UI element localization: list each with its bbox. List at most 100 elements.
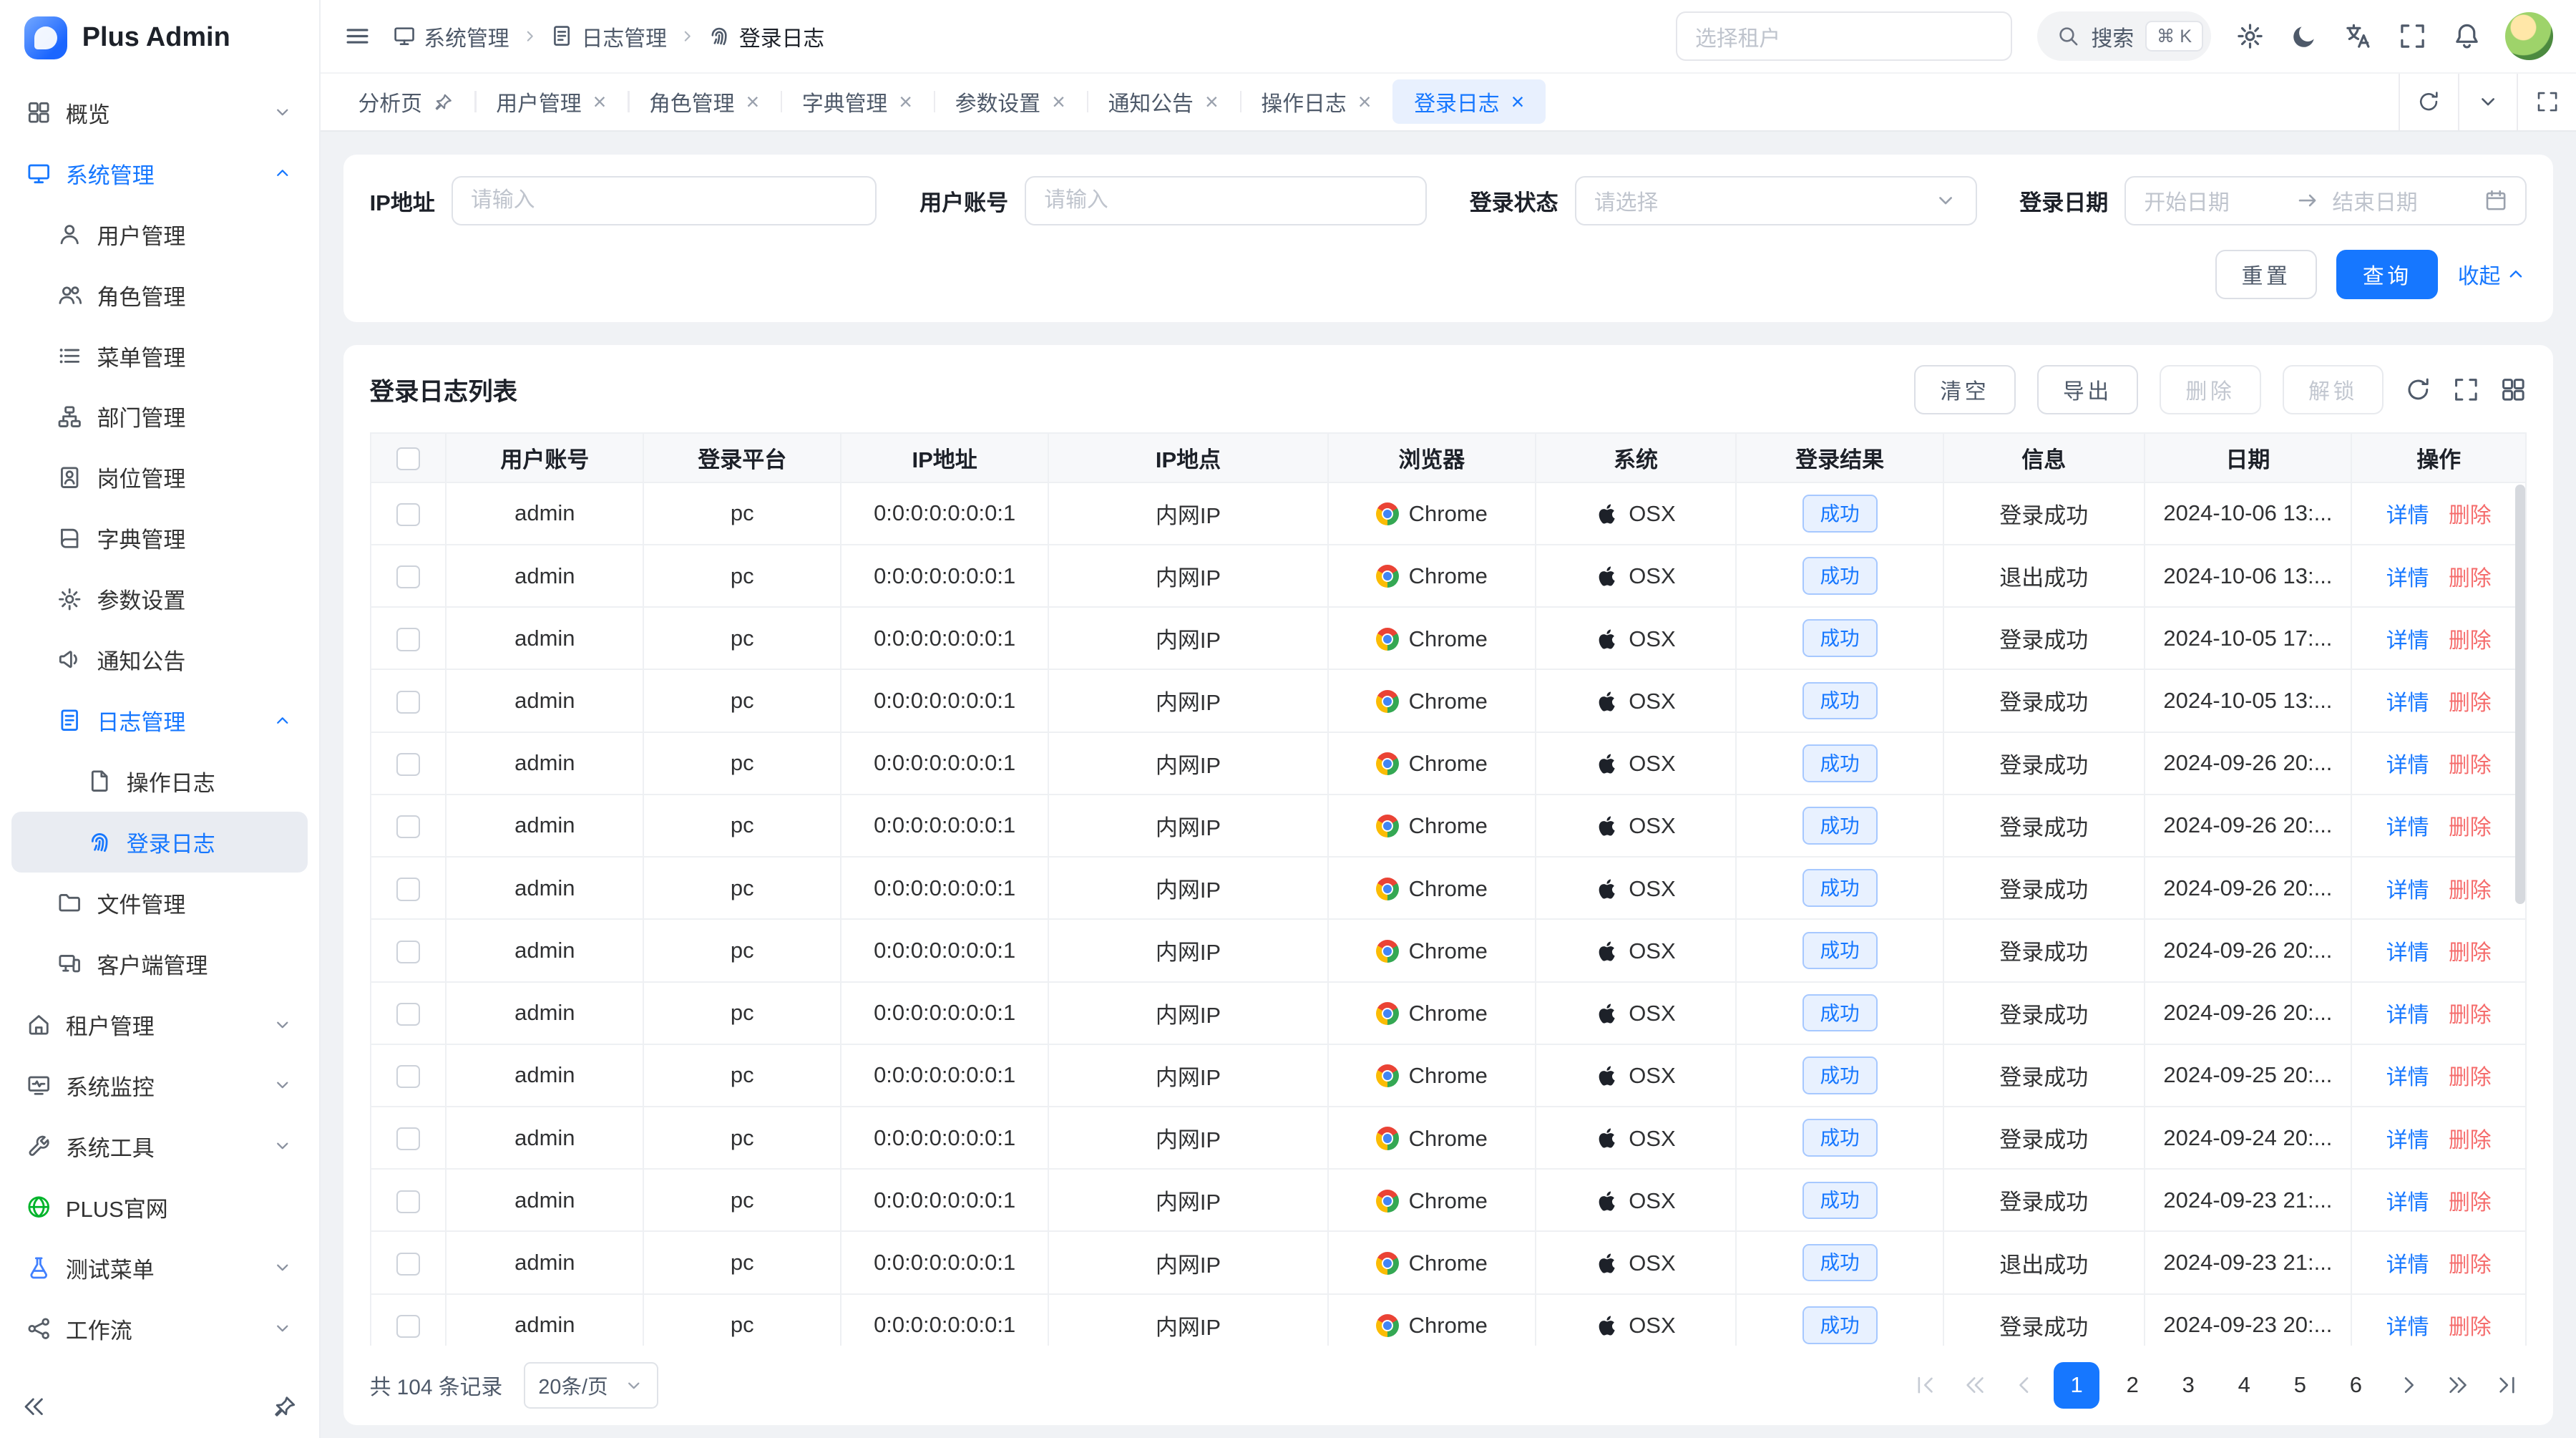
global-search[interactable]: 搜索 ⌘ K (2037, 11, 2212, 61)
delete-link[interactable]: 删除 (2449, 873, 2492, 904)
select-all-checkbox[interactable] (396, 447, 419, 470)
page-button-3[interactable]: 3 (2165, 1362, 2211, 1408)
tenant-select[interactable]: 选择租户 (1676, 11, 2013, 61)
tab-operation-log[interactable]: 操作日志× (1240, 79, 1393, 124)
last-page-button[interactable] (2487, 1366, 2527, 1405)
detail-link[interactable]: 详情 (2386, 1309, 2429, 1341)
detail-link[interactable]: 详情 (2386, 623, 2429, 654)
login-status-select[interactable]: 请选择 (1575, 176, 1977, 225)
row-checkbox[interactable] (396, 565, 419, 588)
sidebar-item-operation-log[interactable]: 操作日志 (11, 751, 308, 812)
tab-options-button[interactable] (2458, 74, 2517, 130)
tab-parameters[interactable]: 参数设置× (934, 79, 1087, 124)
page-size-select[interactable]: 20条/页 (524, 1362, 658, 1408)
sidebar-item-parameters[interactable]: 参数设置 (11, 568, 308, 629)
sidebar-item-clients[interactable]: 客户端管理 (11, 933, 308, 994)
sidebar-item-workflow[interactable]: 工作流 (11, 1298, 308, 1359)
previous-page-button[interactable] (2004, 1366, 2044, 1405)
sidebar-item-tenants[interactable]: 租户管理 (11, 994, 308, 1055)
row-checkbox[interactable] (396, 815, 419, 838)
sidebar-item-dictionary[interactable]: 字典管理 (11, 507, 308, 568)
reset-button[interactable]: 重置 (2215, 250, 2317, 299)
close-tab-icon[interactable]: × (746, 90, 759, 113)
sidebar-item-menus[interactable]: 菜单管理 (11, 326, 308, 387)
delete-button[interactable]: 删除 (2160, 365, 2261, 414)
clear-button[interactable]: 清空 (1914, 365, 2016, 414)
export-button[interactable]: 导出 (2037, 365, 2139, 414)
close-tab-icon[interactable]: × (1052, 90, 1065, 113)
column-settings-icon[interactable] (2500, 376, 2527, 403)
delete-link[interactable]: 删除 (2449, 997, 2492, 1029)
row-checkbox[interactable] (396, 1065, 419, 1088)
row-checkbox[interactable] (396, 753, 419, 776)
sidebar-item-monitoring[interactable]: 系统监控 (11, 1055, 308, 1116)
detail-link[interactable]: 详情 (2386, 747, 2429, 779)
close-tab-icon[interactable]: × (593, 90, 607, 113)
row-checkbox[interactable] (396, 1190, 419, 1213)
language-icon[interactable] (2344, 22, 2372, 50)
sidebar-item-notices[interactable]: 通知公告 (11, 629, 308, 690)
jump-back-button[interactable] (1955, 1366, 1994, 1405)
row-checkbox[interactable] (396, 941, 419, 963)
sidebar-item-departments[interactable]: 部门管理 (11, 386, 308, 447)
detail-link[interactable]: 详情 (2386, 1247, 2429, 1278)
detail-link[interactable]: 详情 (2386, 1185, 2429, 1216)
row-checkbox[interactable] (396, 503, 419, 526)
dark-mode-icon[interactable] (2290, 22, 2318, 50)
detail-link[interactable]: 详情 (2386, 1059, 2429, 1091)
close-tab-icon[interactable]: × (1205, 90, 1219, 113)
collapse-sidebar-icon[interactable] (21, 1394, 46, 1419)
close-tab-icon[interactable]: × (899, 90, 912, 113)
sidebar-item-logs[interactable]: 日志管理 (11, 690, 308, 751)
delete-link[interactable]: 删除 (2449, 623, 2492, 654)
detail-link[interactable]: 详情 (2386, 873, 2429, 904)
login-date-range[interactable]: 开始日期 结束日期 (2124, 176, 2527, 225)
detail-link[interactable]: 详情 (2386, 935, 2429, 966)
unlock-button[interactable]: 解锁 (2283, 365, 2384, 414)
breadcrumb-item[interactable]: 日志管理 (550, 21, 667, 52)
sidebar-item-login-log[interactable]: 登录日志 (11, 812, 308, 873)
fullscreen-table-icon[interactable] (2453, 376, 2479, 403)
page-button-2[interactable]: 2 (2109, 1362, 2155, 1408)
collapse-filters-link[interactable]: 收起 (2458, 258, 2527, 290)
row-checkbox[interactable] (396, 878, 419, 900)
table-scrollbar[interactable] (2515, 485, 2525, 903)
delete-link[interactable]: 删除 (2449, 1059, 2492, 1091)
sidebar-item-overview[interactable]: 概览 (11, 82, 308, 143)
breadcrumb-item[interactable]: 登录日志 (708, 21, 824, 52)
row-checkbox[interactable] (396, 1253, 419, 1276)
first-page-button[interactable] (1906, 1366, 1945, 1405)
sidebar-item-posts[interactable]: 岗位管理 (11, 447, 308, 507)
detail-link[interactable]: 详情 (2386, 560, 2429, 592)
sidebar-item-test-menu[interactable]: 测试菜单 (11, 1238, 308, 1298)
delete-link[interactable]: 删除 (2449, 685, 2492, 716)
row-checkbox[interactable] (396, 628, 419, 651)
settings-icon[interactable] (2236, 22, 2264, 50)
page-button-1[interactable]: 1 (2054, 1362, 2099, 1408)
notifications-icon[interactable] (2453, 22, 2481, 50)
page-button-6[interactable]: 6 (2333, 1362, 2379, 1408)
row-checkbox[interactable] (396, 1003, 419, 1026)
breadcrumb-item[interactable]: 系统管理 (393, 21, 509, 52)
sidebar-item-tools[interactable]: 系统工具 (11, 1116, 308, 1177)
delete-link[interactable]: 删除 (2449, 747, 2492, 779)
tab-analysis[interactable]: 分析页 (337, 79, 475, 124)
page-button-5[interactable]: 5 (2277, 1362, 2323, 1408)
app-logo[interactable]: Plus Admin (0, 0, 319, 76)
delete-link[interactable]: 删除 (2449, 935, 2492, 966)
hamburger-icon[interactable] (343, 22, 371, 50)
refresh-table-icon[interactable] (2405, 376, 2431, 403)
sidebar-item-users[interactable]: 用户管理 (11, 204, 308, 265)
tab-dictionary[interactable]: 字典管理× (781, 79, 934, 124)
row-checkbox[interactable] (396, 1315, 419, 1338)
row-checkbox[interactable] (396, 1127, 419, 1150)
delete-link[interactable]: 删除 (2449, 497, 2492, 529)
account-input[interactable] (1025, 176, 1427, 225)
refresh-tab-button[interactable] (2399, 74, 2458, 130)
pin-sidebar-icon[interactable] (273, 1394, 297, 1419)
close-tab-icon[interactable]: × (1358, 90, 1372, 113)
tab-roles[interactable]: 角色管理× (628, 79, 781, 124)
tab-notices[interactable]: 通知公告× (1087, 79, 1240, 124)
detail-link[interactable]: 详情 (2386, 1122, 2429, 1154)
sidebar-item-files[interactable]: 文件管理 (11, 873, 308, 933)
